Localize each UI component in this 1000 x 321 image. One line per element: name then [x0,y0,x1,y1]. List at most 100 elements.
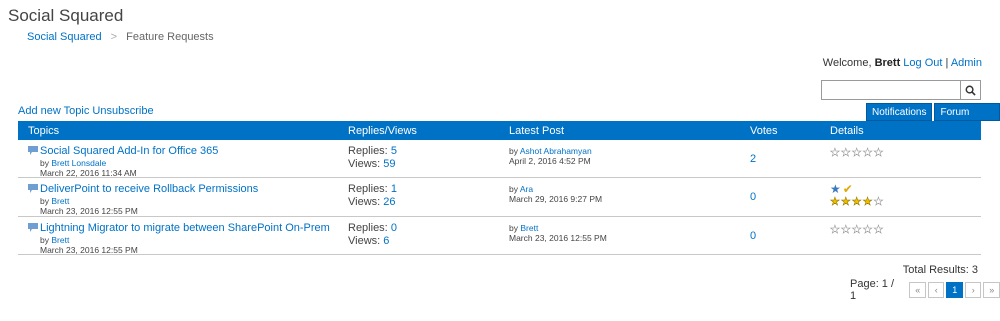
rating-star-icon[interactable]: ★ [862,196,872,208]
rating-stars[interactable]: ★ ★ ★ ★ ★ [830,147,884,159]
rating-star-icon[interactable]: ★ [830,196,840,208]
rating-star-icon[interactable]: ★ [873,147,883,159]
views-label: Views: [348,235,381,247]
views-label: Views: [348,158,381,170]
col-votes[interactable]: Votes [750,125,778,137]
views-count-link[interactable]: 6 [383,235,389,247]
replies-views: Replies: 5 Views: 59 [348,145,397,171]
by-label: by [509,184,518,194]
replies-views: Replies: 0 Views: 6 [348,222,397,248]
breadcrumb-root-link[interactable]: Social Squared [27,31,102,43]
welcome-text: Welcome, [822,57,872,69]
topic-date: March 23, 2016 12:55 PM [40,206,138,216]
rating-star-icon[interactable]: ★ [841,147,851,159]
latest-post-date: March 23, 2016 12:55 PM [509,233,607,243]
by-label: by [40,196,49,206]
topic-author-link[interactable]: Brett Lonsdale [51,158,106,168]
replies-label: Replies: [348,145,388,157]
by-label: by [509,146,518,156]
unsubscribe-link[interactable]: Unsubscribe [92,105,153,117]
replies-count-link[interactable]: 1 [391,183,397,195]
rating-star-icon[interactable]: ★ [830,224,840,236]
breadcrumb-current: Feature Requests [126,31,214,43]
breadcrumb: Social Squared > Feature Requests [27,31,214,43]
rating-star-icon[interactable]: ★ [862,147,872,159]
welcome-user: Brett [874,57,901,69]
topic-author-link[interactable]: Brett [51,235,69,245]
replies-count-link[interactable]: 0 [391,222,397,234]
replies-label: Replies: [348,183,388,195]
topic-title-link[interactable]: DeliverPoint to receive Rollback Permiss… [40,183,258,195]
views-count-link[interactable]: 26 [383,196,395,208]
replies-label: Replies: [348,222,388,234]
last-page-button[interactable]: » [983,282,1000,298]
rating-star-icon[interactable]: ★ [873,224,883,236]
forum-tools-button[interactable]: Forum Tools ▾ [934,103,1000,136]
search-input[interactable] [821,80,961,100]
table-row: DeliverPoint to receive Rollback Permiss… [18,178,981,217]
col-replies-views[interactable]: Replies/Views [348,125,417,137]
latest-post-byline: by Brett [509,223,538,233]
votes-count-link[interactable]: 0 [750,230,756,242]
rating-star-icon[interactable]: ★ [830,147,840,159]
featured-badges: ★ ✔ [830,183,853,195]
rating-star-icon[interactable]: ★ [851,147,861,159]
rating-star-icon[interactable]: ★ [873,196,883,208]
search-icon [965,85,976,96]
rating-star-icon[interactable]: ★ [851,224,861,236]
notifications-button[interactable]: Notifications [866,103,933,121]
latest-author-link[interactable]: Ashot Abrahamyan [520,146,592,156]
by-label: by [40,158,49,168]
rating-star-icon[interactable]: ★ [841,224,851,236]
topic-byline: by Brett [40,196,69,206]
topic-author-link[interactable]: Brett [51,196,69,206]
check-icon: ✔ [842,182,853,196]
topic-icon [28,184,38,193]
rating-stars[interactable]: ★ ★ ★ ★ ★ [830,224,884,236]
col-details[interactable]: Details [830,125,864,137]
grid-header: Topics Replies/Views Latest Post Votes D… [18,121,981,140]
logout-link[interactable]: Log Out [903,57,942,69]
topic-icon [28,146,38,155]
site-title: Social Squared [8,6,124,25]
votes-count-link[interactable]: 2 [750,153,756,165]
by-label: by [40,235,49,245]
col-latest-post[interactable]: Latest Post [509,125,564,137]
by-label: by [509,223,518,233]
prev-page-button[interactable]: ‹ [927,282,945,298]
pager: Page: 1 / 1 « ‹ 1 › » [850,278,1000,302]
page-1-button[interactable]: 1 [946,282,963,298]
latest-author-link[interactable]: Ara [520,184,533,194]
col-topics[interactable]: Topics [28,125,59,137]
add-topic-link[interactable]: Add new Topic [18,105,89,117]
table-row: Lightning Migrator to migrate between Sh… [18,217,981,255]
topic-actions: Add new Topic Unsubscribe [18,105,154,117]
search-button[interactable] [961,80,981,100]
featured-star-icon: ★ [830,182,841,196]
views-label: Views: [348,196,381,208]
votes-count-link[interactable]: 0 [750,191,756,203]
latest-post-byline: by Ara [509,184,533,194]
replies-count-link[interactable]: 5 [391,145,397,157]
topic-byline: by Brett [40,235,69,245]
rating-star-icon[interactable]: ★ [862,224,872,236]
page-label: Page: 1 / 1 [850,278,895,302]
rating-star-icon[interactable]: ★ [841,196,851,208]
next-page-button[interactable]: › [964,282,982,298]
topic-date: March 22, 2016 11:34 AM [40,168,137,178]
admin-link[interactable]: Admin [951,57,982,69]
views-count-link[interactable]: 59 [383,158,395,170]
topic-byline: by Brett Lonsdale [40,158,106,168]
topic-date: March 23, 2016 12:55 PM [40,245,138,255]
topic-title-link[interactable]: Lightning Migrator to migrate between Sh… [40,222,330,234]
breadcrumb-separator: > [110,31,118,43]
latest-post-date: April 2, 2016 4:52 PM [509,156,591,166]
total-results: Total Results: 3 [902,264,978,276]
rating-star-icon[interactable]: ★ [851,196,861,208]
topic-icon [28,223,38,232]
first-page-button[interactable]: « [909,282,926,298]
topic-title-link[interactable]: Social Squared Add-In for Office 365 [40,145,218,157]
latest-post-date: March 29, 2016 9:27 PM [509,194,603,204]
latest-author-link[interactable]: Brett [520,223,538,233]
rating-stars[interactable]: ★ ★ ★ ★ ★ [830,196,884,208]
